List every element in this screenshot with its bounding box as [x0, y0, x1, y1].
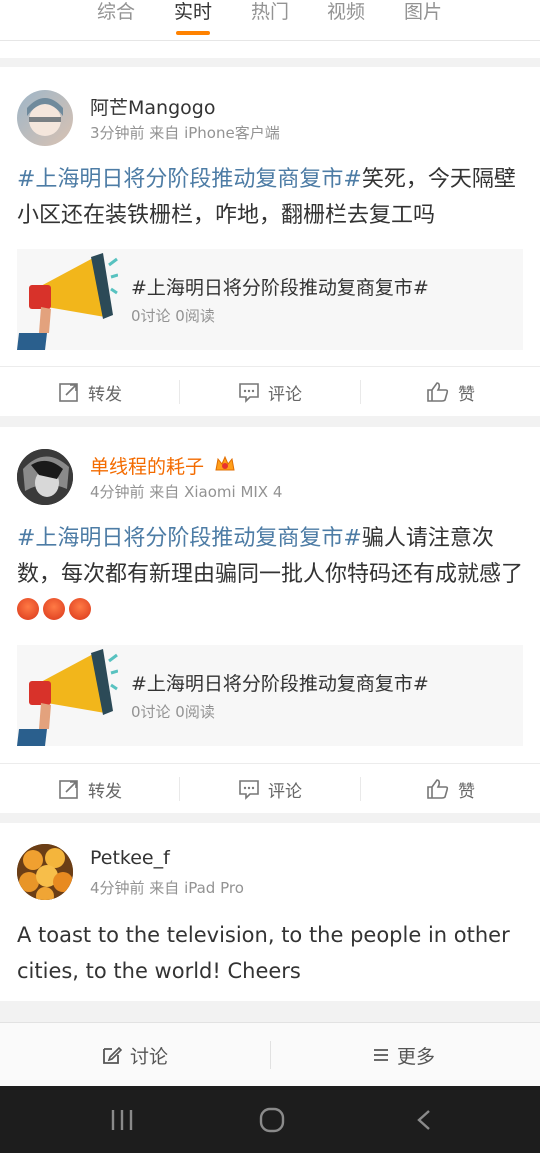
angry-face-icon	[43, 598, 65, 620]
post-card: Petkee_f 4分钟前 来自 iPad Pro A toast to the…	[0, 823, 540, 1001]
repost-icon	[59, 383, 78, 402]
post-actions: 转发 评论 赞	[0, 366, 540, 416]
megaphone-icon	[17, 249, 119, 350]
comment-icon	[239, 780, 259, 800]
avatar[interactable]	[17, 90, 73, 146]
like-label: 赞	[458, 781, 475, 802]
username[interactable]: 阿芒Mangogo	[90, 93, 215, 120]
post-meta: 4分钟前 来自 iPad Pro	[90, 879, 244, 897]
repost-button[interactable]: 转发	[58, 764, 122, 814]
post-text: #上海明日将分阶段推动复商复市#笑死，今天隔壁小区还在装铁栅栏，咋地，翻栅栏去复…	[17, 162, 527, 234]
action-divider	[360, 380, 361, 404]
tab-video[interactable]: 视频	[327, 0, 365, 24]
angry-face-icon	[17, 598, 39, 620]
more-label: 更多	[397, 1045, 436, 1068]
bottom-action-bar: 讨论 更多	[0, 1022, 540, 1086]
like-button[interactable]: 赞	[426, 367, 475, 417]
comment-label: 评论	[268, 781, 302, 802]
edit-icon	[103, 1046, 122, 1064]
topic-card[interactable]: #上海明日将分阶段推动复商复市# 0讨论 0阅读	[17, 645, 523, 746]
tab-images[interactable]: 图片	[404, 0, 442, 24]
comment-label: 评论	[268, 384, 302, 405]
previous-post-actions	[0, 40, 540, 58]
thumbs-up-icon	[427, 382, 449, 402]
more-button[interactable]: 更多	[373, 1023, 435, 1087]
post-meta: 4分钟前 来自 Xiaomi MIX 4	[90, 483, 283, 501]
avatar[interactable]	[17, 844, 73, 900]
topic-card-stats: 0讨论 0阅读	[131, 307, 215, 325]
topic-link[interactable]: #上海明日将分阶段推动复商复市#	[17, 167, 362, 192]
comment-button[interactable]: 评论	[238, 764, 302, 814]
repost-label: 转发	[88, 384, 122, 405]
post-actions: 转发 评论 赞	[0, 763, 540, 813]
topic-link[interactable]: #上海明日将分阶段推动复商复市#	[17, 526, 362, 551]
home-icon[interactable]	[259, 1107, 285, 1133]
angry-face-icon	[69, 598, 91, 620]
action-divider	[179, 777, 180, 801]
topic-card[interactable]: #上海明日将分阶段推动复商复市# 0讨论 0阅读	[17, 249, 523, 350]
comment-icon	[239, 383, 259, 403]
post-card: 阿芒Mangogo 3分钟前 来自 iPhone客户端 #上海明日将分阶段推动复…	[0, 67, 540, 416]
repost-icon	[59, 780, 78, 799]
tab-comprehensive[interactable]: 综合	[97, 0, 135, 24]
recent-apps-icon[interactable]	[110, 1109, 134, 1131]
active-tab-indicator	[176, 31, 210, 35]
topic-card-stats: 0讨论 0阅读	[131, 703, 215, 721]
post-meta: 3分钟前 来自 iPhone客户端	[90, 124, 280, 142]
like-button[interactable]: 赞	[426, 764, 475, 814]
topic-card-title: #上海明日将分阶段推动复商复市#	[131, 277, 429, 299]
bottom-bar-divider	[270, 1041, 271, 1069]
system-navigation-bar	[0, 1086, 540, 1153]
back-icon[interactable]	[416, 1109, 432, 1131]
username[interactable]: 单线程的耗子	[90, 452, 204, 479]
like-label: 赞	[458, 384, 475, 405]
thumbs-up-icon	[427, 779, 449, 799]
discuss-button[interactable]: 讨论	[102, 1023, 168, 1087]
post-card: 单线程的耗子 4分钟前 来自 Xiaomi MIX 4 #上海明日将分阶段推动复…	[0, 427, 540, 813]
crown-badge-icon	[214, 454, 236, 478]
menu-icon	[374, 1049, 388, 1061]
discuss-label: 讨论	[130, 1045, 169, 1068]
action-divider	[360, 777, 361, 801]
repost-button[interactable]: 转发	[58, 367, 122, 417]
megaphone-icon	[17, 645, 119, 746]
action-divider	[179, 380, 180, 404]
search-tab-bar: 综合 实时 热门 视频 图片	[0, 0, 540, 40]
tab-hot[interactable]: 热门	[251, 0, 289, 24]
topic-card-title: #上海明日将分阶段推动复商复市#	[131, 673, 429, 695]
post-body: A toast to the television, to the people…	[17, 923, 510, 983]
post-text: A toast to the television, to the people…	[17, 917, 517, 989]
tab-realtime[interactable]: 实时	[174, 0, 212, 24]
username[interactable]: Petkee_f	[90, 847, 170, 869]
repost-label: 转发	[88, 781, 122, 802]
comment-button[interactable]: 评论	[238, 367, 302, 417]
post-text: #上海明日将分阶段推动复商复市#骗人请注意次数，每次都有新理由骗同一批人你特码还…	[17, 521, 527, 629]
avatar[interactable]	[17, 449, 73, 505]
